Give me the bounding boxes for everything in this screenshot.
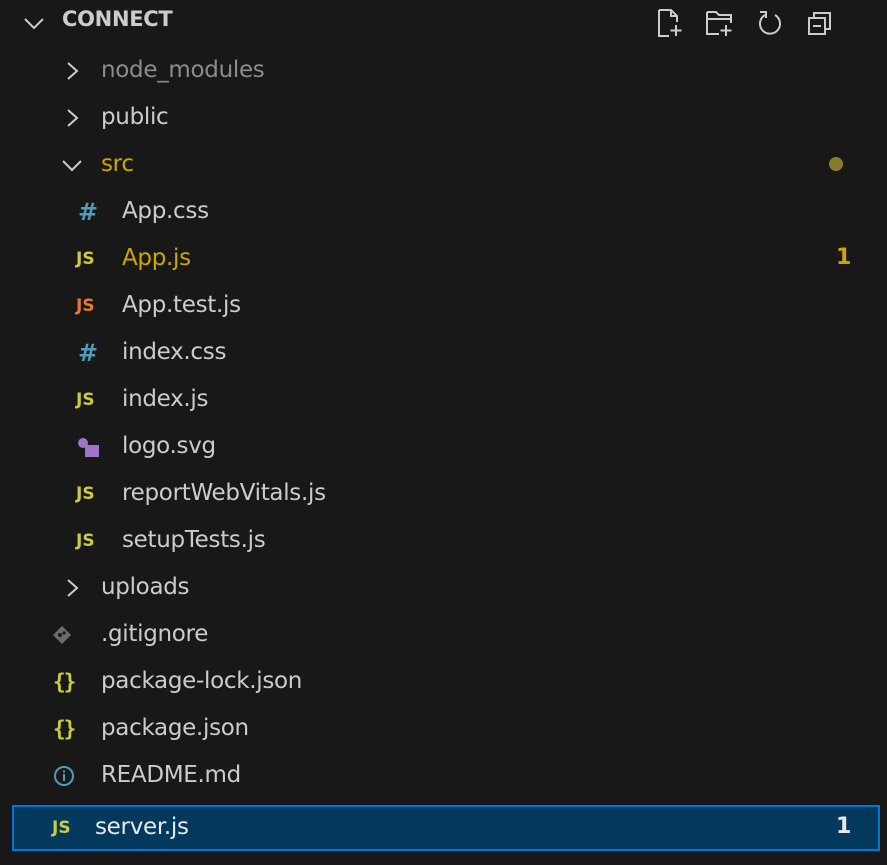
tree-item-src[interactable]: src — [0, 141, 887, 188]
css-file-icon: # — [78, 197, 99, 226]
new-folder-icon[interactable] — [695, 6, 745, 40]
test-js-file-icon: JS — [76, 295, 95, 316]
tree-item-label: README.md — [101, 762, 241, 788]
explorer-actions — [645, 6, 845, 40]
info-icon — [53, 752, 75, 799]
tree-item-gitignore[interactable]: .gitignore — [0, 611, 887, 658]
tree-item-node-modules[interactable]: node_modules — [0, 47, 887, 94]
tree-item-label: App.css — [122, 198, 209, 224]
file-explorer: CONNECT node_modules public src # App.cs… — [0, 0, 887, 865]
tree-item-app-css[interactable]: # App.css — [0, 188, 887, 235]
tree-item-label: server.js — [95, 814, 189, 840]
chevron-right-icon — [62, 106, 84, 134]
tree-item-label: uploads — [101, 574, 190, 600]
tree-item-public[interactable]: public — [0, 94, 887, 141]
tree-item-label: reportWebVitals.js — [122, 480, 326, 506]
tree-item-label: package.json — [101, 715, 249, 741]
tree-item-label: public — [101, 104, 169, 130]
js-file-icon: JS — [76, 483, 95, 504]
tree-item-index-css[interactable]: # index.css — [0, 329, 887, 376]
explorer-title: CONNECT — [62, 7, 173, 31]
explorer-header[interactable]: CONNECT — [0, 0, 887, 47]
tree-item-package-json[interactable]: {} package.json — [0, 705, 887, 752]
problem-count-badge: 1 — [836, 814, 852, 839]
tree-item-app-test-js[interactable]: JS App.test.js — [0, 282, 887, 329]
tree-item-report-web-vitals-js[interactable]: JS reportWebVitals.js — [0, 470, 887, 517]
tree-item-label: package-lock.json — [101, 668, 303, 694]
refresh-icon[interactable] — [745, 6, 795, 40]
tree-item-label: index.js — [122, 386, 209, 412]
css-file-icon: # — [78, 338, 99, 367]
tree-item-label: App.test.js — [122, 292, 241, 318]
chevron-right-icon — [62, 59, 84, 87]
js-file-icon: JS — [76, 530, 95, 551]
tree-item-label: App.js — [122, 245, 191, 271]
svg-file-icon — [76, 423, 102, 470]
js-file-icon: JS — [76, 248, 95, 269]
tree-item-index-js[interactable]: JS index.js — [0, 376, 887, 423]
chevron-right-icon — [62, 576, 84, 604]
json-file-icon: {} — [53, 716, 76, 741]
js-file-icon: JS — [76, 389, 95, 410]
tree-item-logo-svg[interactable]: logo.svg — [0, 423, 887, 470]
problem-count-badge: 1 — [836, 245, 852, 270]
new-file-icon[interactable] — [645, 6, 695, 40]
json-file-icon: {} — [53, 669, 76, 694]
collapse-folders-icon[interactable] — [795, 6, 845, 40]
js-file-icon: JS — [52, 818, 71, 838]
tree-item-label: .gitignore — [101, 621, 209, 647]
tree-item-package-lock-json[interactable]: {} package-lock.json — [0, 658, 887, 705]
chevron-down-icon[interactable] — [22, 11, 46, 39]
tree-item-server-js[interactable]: JS server.js 1 — [12, 805, 880, 851]
tree-item-label: setupTests.js — [122, 527, 266, 553]
tree-item-readme-md[interactable]: README.md — [0, 752, 887, 799]
tree-item-label: src — [101, 151, 134, 177]
tree-item-label: index.css — [122, 339, 227, 365]
git-file-icon — [52, 611, 72, 658]
tree-item-label: logo.svg — [122, 433, 216, 459]
tree-item-setup-tests-js[interactable]: JS setupTests.js — [0, 517, 887, 564]
tree-item-label: node_modules — [101, 57, 265, 83]
chevron-down-icon — [60, 153, 84, 181]
tree-item-app-js[interactable]: JS App.js 1 — [0, 235, 887, 282]
modified-dot — [829, 157, 843, 171]
tree-item-uploads[interactable]: uploads — [0, 564, 887, 611]
